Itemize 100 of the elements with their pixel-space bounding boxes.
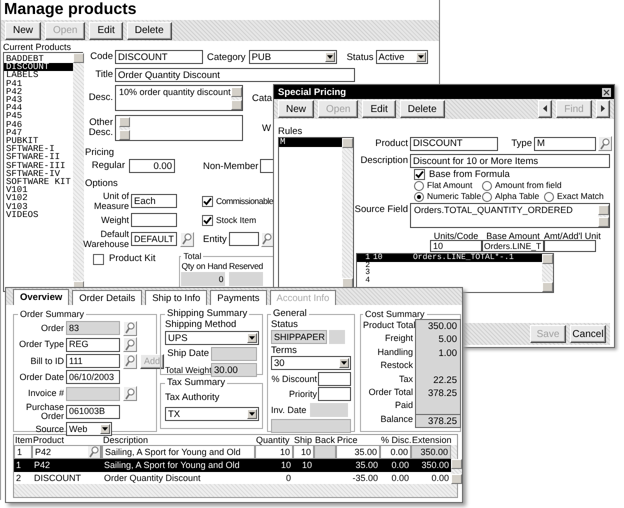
input-field[interactable]: Sailing, A Sport for Young and Old — [102, 445, 255, 459]
toolbar-button[interactable]: New — [278, 100, 314, 118]
input-field[interactable] — [544, 240, 596, 252]
input-field[interactable]: 0.00 — [129, 159, 175, 173]
table-row[interactable]: 1 10 Orders.LINE_TOTAL*-.1 — [357, 254, 542, 262]
input-field[interactable]: M — [534, 136, 596, 150]
scrollbar[interactable] — [119, 117, 130, 140]
scrollbar[interactable] — [542, 254, 553, 292]
close-button[interactable] — [602, 88, 611, 96]
table-row[interactable]: 3 — [357, 269, 542, 277]
field-label: Tax Authority — [165, 392, 220, 403]
scrollbar[interactable] — [598, 205, 609, 227]
dialog-button[interactable]: Cancel — [570, 325, 606, 343]
dropdown[interactable]: Active — [376, 50, 428, 64]
radio-button[interactable] — [482, 180, 492, 190]
input-field[interactable]: 10 — [255, 445, 293, 459]
caret-icon — [418, 55, 424, 59]
list-item[interactable]: PUBKIT — [4, 137, 73, 146]
input-field[interactable]: Discount for 10 or More Items — [410, 154, 610, 168]
tab[interactable]: Overview — [13, 289, 70, 305]
table-row[interactable]: 1 P42 Sailing, A Sport for Young and Old 10 10 35.00 0.00 350.00 — [14, 459, 451, 472]
tab[interactable]: Ship to Info — [145, 290, 208, 305]
group-title: Order Summary — [19, 309, 86, 319]
list-item[interactable]: P41 — [4, 80, 73, 88]
list-item[interactable]: V101 — [4, 186, 73, 194]
dropdown[interactable]: Web — [66, 422, 112, 436]
list-item[interactable]: SFTWARE-II — [4, 153, 73, 162]
list-item[interactable]: SFTWARE-I — [4, 145, 73, 154]
input-field[interactable]: 0.00 — [380, 445, 411, 459]
list-item[interactable]: SOFTWARE KIT — [4, 178, 73, 186]
list-item[interactable]: BADDEBT — [4, 55, 73, 64]
input-field[interactable]: 35.00 — [336, 445, 380, 459]
input-field[interactable]: Order Quantity Discount — [115, 68, 355, 82]
scrollbar[interactable] — [451, 459, 462, 484]
left-button[interactable] — [538, 100, 552, 118]
checkbox[interactable] — [414, 169, 425, 180]
input-field[interactable] — [228, 232, 259, 246]
input-field[interactable]: DISCOUNT — [115, 50, 203, 64]
checkbox[interactable] — [202, 214, 213, 226]
list-item[interactable]: P47 — [4, 128, 73, 138]
tab[interactable]: Order Details — [72, 290, 142, 305]
toolbar-button[interactable]: Edit — [362, 100, 396, 118]
toolbar-button[interactable]: Edit — [89, 22, 123, 40]
list-item[interactable]: P42 — [4, 88, 73, 96]
input-field[interactable] — [131, 213, 177, 227]
list-item[interactable]: DISCOUNT — [4, 63, 73, 72]
text-area[interactable]: 10% order quantity discount — [115, 85, 243, 111]
toolbar-button[interactable]: New — [5, 22, 42, 40]
toolbar-button[interactable]: Delete — [400, 100, 445, 118]
input-field[interactable]: P42 — [32, 445, 102, 459]
input-field[interactable]: 10 — [293, 445, 314, 459]
input-field[interactable]: 111 — [66, 354, 120, 368]
list-item[interactable]: P45 — [4, 112, 73, 121]
list-item[interactable]: M — [279, 138, 342, 147]
radio-button[interactable] — [414, 192, 424, 202]
table-cell-text: 1 — [364, 254, 371, 262]
text-area[interactable]: Orders.TOTAL_QUANTITY_ORDERED — [410, 203, 610, 228]
input-field[interactable]: 10 — [430, 240, 482, 252]
input-field[interactable]: Orders.LINE_T — [482, 240, 544, 252]
scrollbar[interactable] — [231, 87, 242, 110]
input-field[interactable] — [318, 387, 351, 401]
list-item[interactable]: V102 — [4, 194, 73, 203]
list-item[interactable]: P43 — [4, 96, 73, 104]
radio-button[interactable] — [482, 192, 492, 202]
list-item[interactable]: LABELS — [4, 71, 73, 80]
table-row[interactable]: 2 DISCOUNT Order Quantity Discount 0 -35.00 0.00 0.00 — [14, 472, 451, 484]
input-field[interactable]: DISCOUNT — [410, 136, 498, 150]
field-label: Rules — [278, 127, 304, 137]
right-button[interactable] — [596, 100, 610, 118]
input-field[interactable] — [318, 372, 351, 386]
input-field[interactable]: Each — [131, 194, 177, 208]
input-field[interactable]: REG — [66, 338, 120, 352]
input-field[interactable]: 350.00 — [411, 445, 451, 459]
list-item[interactable]: P46 — [4, 120, 73, 129]
list-item[interactable]: SFTWARE-IV — [4, 170, 73, 178]
input-field[interactable]: 06/10/2003 — [66, 370, 120, 384]
scrollbar[interactable] — [342, 138, 353, 288]
radio-button[interactable] — [414, 180, 424, 190]
dropdown[interactable]: PUB — [248, 50, 337, 64]
dropdown[interactable]: UPS — [165, 331, 259, 345]
table-row[interactable]: 4 — [357, 276, 542, 284]
dropdown[interactable]: 30 — [271, 356, 351, 370]
tab[interactable]: Payments — [210, 290, 267, 305]
dropdown[interactable]: TX — [165, 407, 259, 421]
list-item[interactable]: SFTWARE-III — [4, 162, 73, 170]
text-area[interactable] — [115, 115, 243, 141]
input-field[interactable]: DEFAULT — [131, 232, 177, 246]
field-label: Description — [359, 156, 408, 166]
search-button[interactable] — [87, 446, 101, 458]
input-field — [229, 272, 263, 286]
checkbox[interactable] — [93, 254, 104, 265]
input-field[interactable]: 1 — [14, 445, 32, 459]
list-item[interactable]: P44 — [4, 104, 73, 112]
search-icon — [125, 388, 135, 400]
list-item[interactable]: VIDEOS — [4, 210, 73, 220]
checkbox[interactable] — [202, 196, 213, 206]
toolbar-button[interactable]: Delete — [126, 22, 172, 40]
input-field[interactable]: 061003B — [66, 404, 120, 418]
list-item[interactable]: V103 — [4, 202, 73, 211]
radio-button[interactable] — [544, 192, 554, 202]
